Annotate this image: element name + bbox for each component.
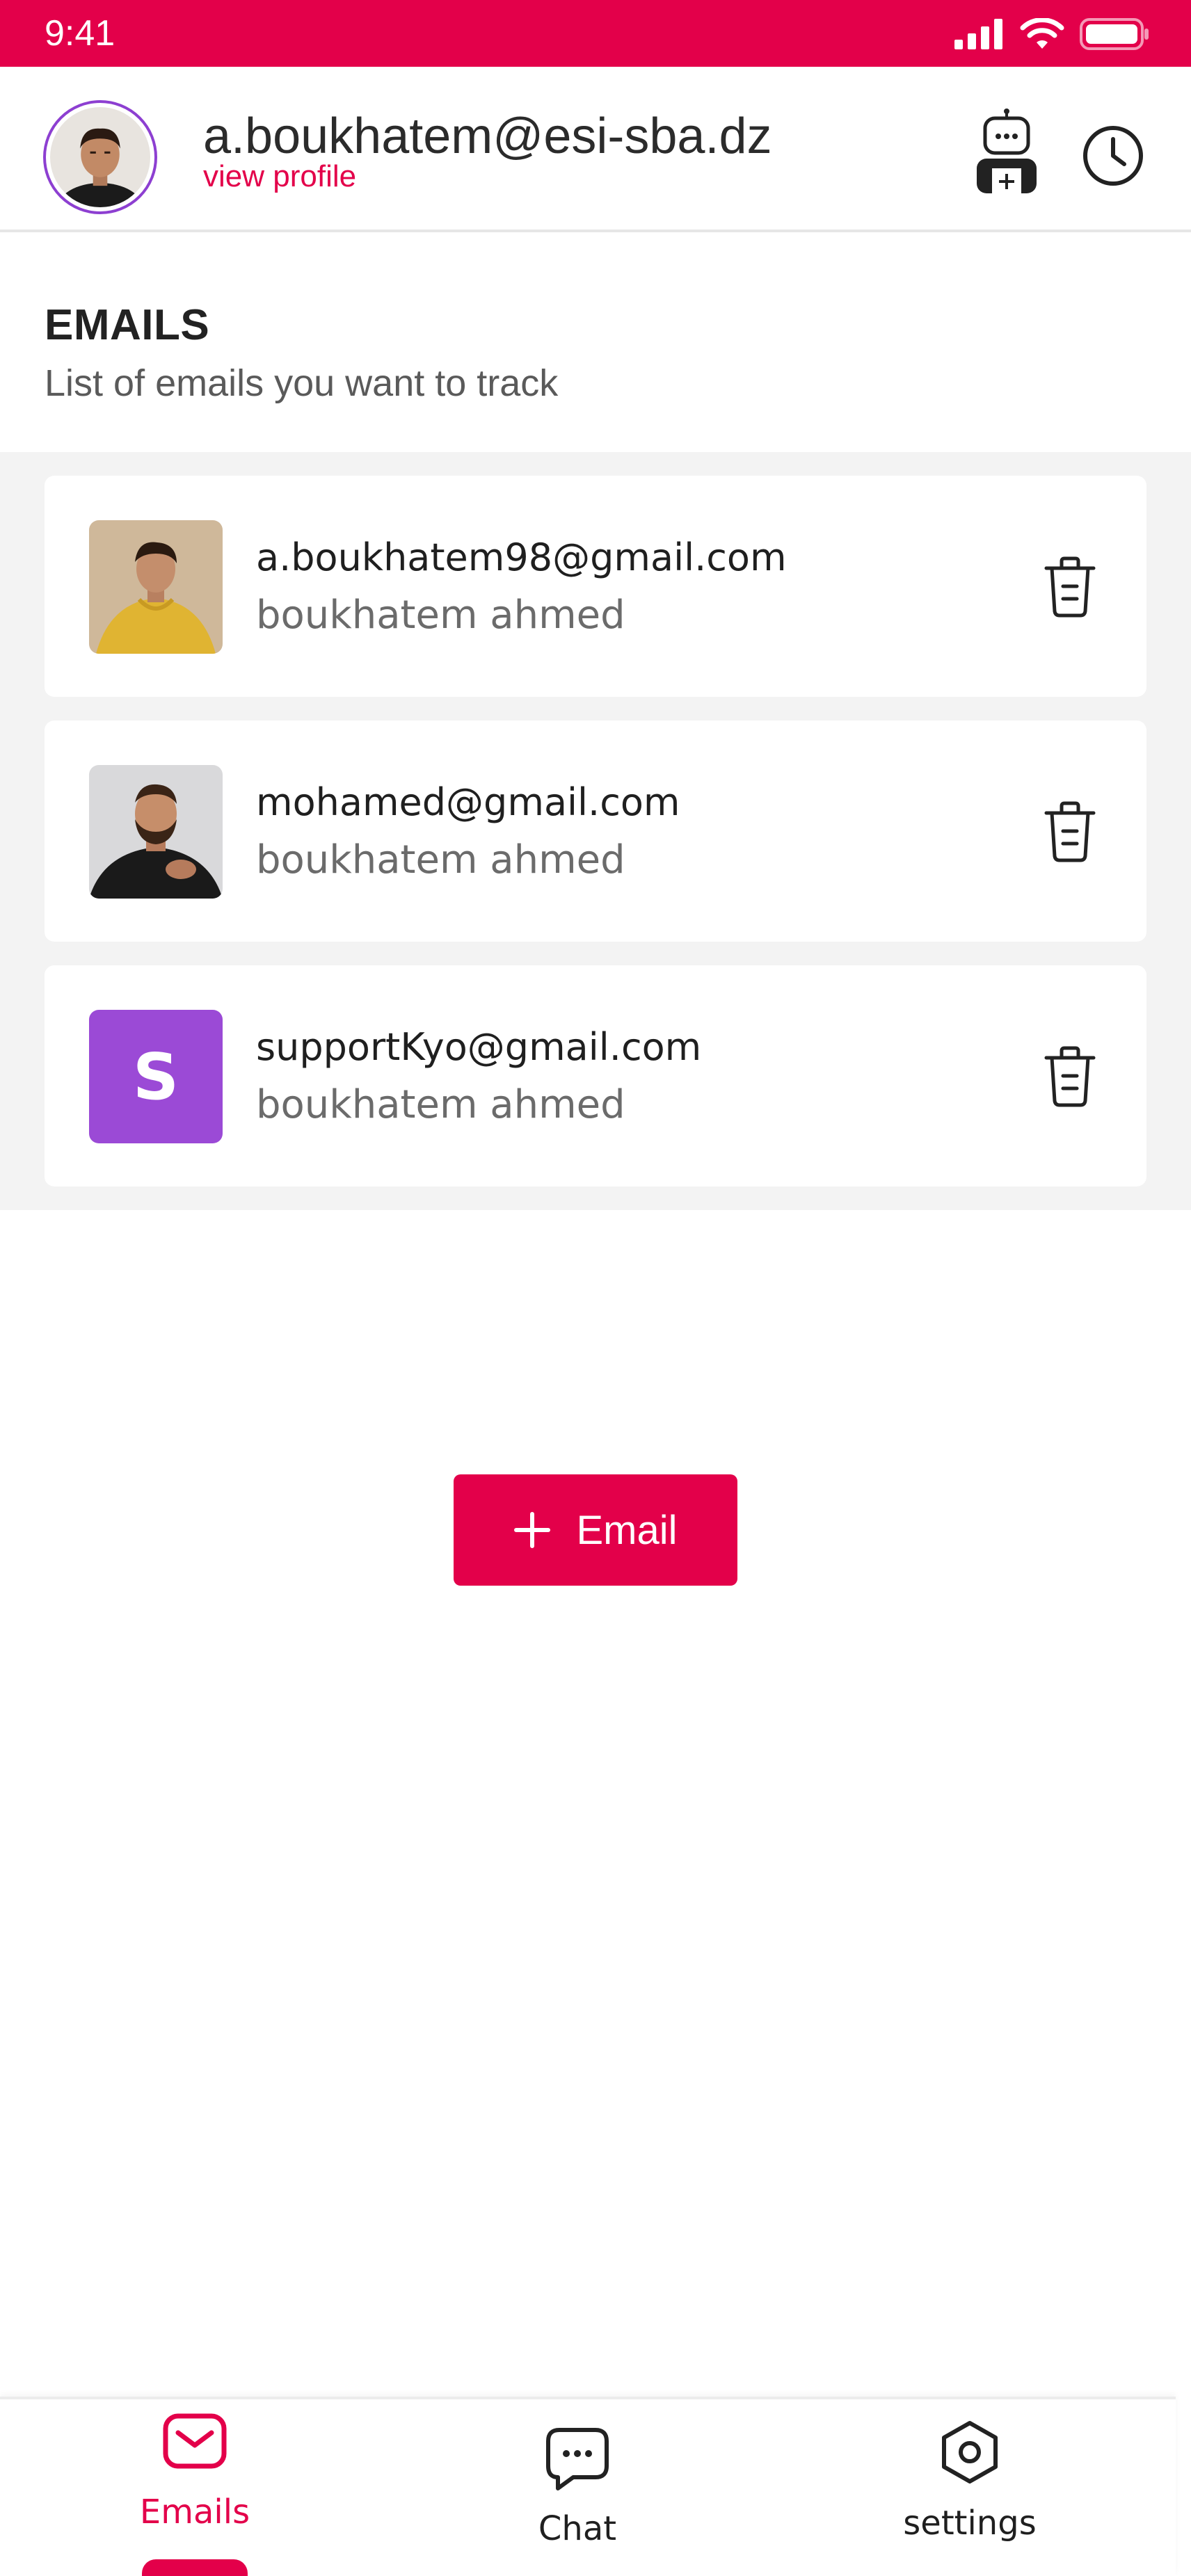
status-bar: 9:41 — [0, 0, 1191, 67]
plus-icon — [514, 1512, 551, 1548]
account-email: a.boukhatem@esi-sba.dz — [203, 108, 772, 164]
history-icon[interactable] — [1081, 124, 1145, 188]
email-card[interactable]: S supportKyo@gmail.com boukhatem ahmed — [45, 965, 1146, 1186]
bottom-nav: Emails Chat settings — [0, 2397, 1176, 2576]
letter-avatar: S — [89, 1010, 223, 1143]
profile-avatar[interactable] — [43, 100, 157, 214]
add-email-label: Email — [576, 1507, 678, 1553]
delete-button[interactable] — [1035, 1042, 1105, 1111]
email-card[interactable]: a.boukhatem98@gmail.com boukhatem ahmed — [45, 476, 1146, 697]
profile-photo — [50, 107, 150, 207]
trash-icon — [1044, 556, 1096, 618]
chat-icon — [546, 2428, 609, 2490]
settings-icon — [942, 2421, 998, 2484]
email-list: a.boukhatem98@gmail.com boukhatem ahmed — [0, 452, 1191, 1210]
status-icons — [954, 17, 1149, 51]
email-avatar: S — [89, 1010, 223, 1143]
nav-label-settings: settings — [903, 2504, 1037, 2543]
robot-icon[interactable] — [967, 108, 1046, 195]
email-avatar — [89, 765, 223, 899]
email-owner-name: boukhatem ahmed — [256, 837, 625, 883]
trash-icon — [1044, 1046, 1096, 1107]
section-title: EMAILS — [45, 301, 210, 349]
status-time: 9:41 — [45, 13, 115, 54]
delete-button[interactable] — [1035, 797, 1105, 867]
signal-icon — [954, 19, 1002, 49]
email-avatar — [89, 520, 223, 654]
nav-item-settings[interactable]: settings — [831, 2399, 1109, 2576]
email-owner-name: boukhatem ahmed — [256, 593, 625, 638]
nav-label-chat: Chat — [538, 2509, 617, 2548]
section-subtitle: List of emails you want to track — [45, 362, 559, 404]
active-tab-indicator — [142, 2559, 248, 2576]
email-address: supportKyo@gmail.com — [256, 1025, 702, 1069]
nav-label-emails: Emails — [139, 2493, 250, 2531]
mail-icon — [163, 2413, 227, 2469]
email-card[interactable]: mohamed@gmail.com boukhatem ahmed — [45, 721, 1146, 942]
email-address: a.boukhatem98@gmail.com — [256, 536, 787, 579]
view-profile-link[interactable]: view profile — [203, 160, 356, 193]
wifi-icon — [1020, 18, 1064, 49]
nav-item-chat[interactable]: Chat — [438, 2399, 717, 2576]
email-address: mohamed@gmail.com — [256, 780, 680, 824]
battery-icon — [1080, 18, 1149, 50]
nav-item-emails[interactable]: Emails — [56, 2399, 334, 2576]
trash-icon — [1044, 801, 1096, 862]
header: a.boukhatem@esi-sba.dz view profile — [0, 67, 1191, 232]
add-email-button[interactable]: Email — [454, 1474, 737, 1586]
email-owner-name: boukhatem ahmed — [256, 1082, 625, 1127]
delete-button[interactable] — [1035, 552, 1105, 622]
